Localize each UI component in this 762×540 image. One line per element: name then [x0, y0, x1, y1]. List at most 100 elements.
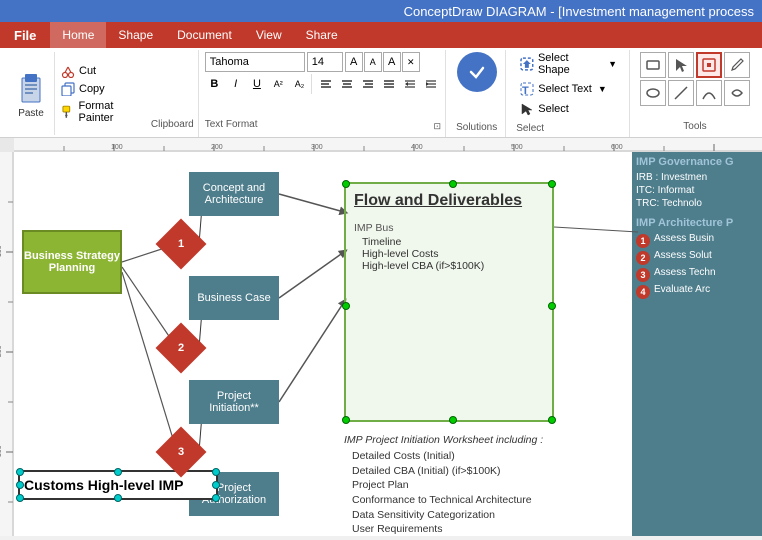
project-init-label: ProjectInitiation** [209, 390, 259, 414]
customs-sel-mr[interactable] [212, 481, 220, 489]
sel-handle-bc[interactable] [449, 416, 457, 424]
paste-icon [16, 68, 46, 106]
underline-button[interactable]: U [247, 74, 266, 94]
tool-ellipse-button[interactable] [640, 80, 666, 106]
imp-item-6: User Requirements [352, 522, 554, 536]
rp-trc: TRC: Technolo [636, 198, 758, 209]
sel-handle-mr[interactable] [548, 302, 556, 310]
bsp-box[interactable]: Business StrategyPlanning [22, 230, 122, 294]
sel-handle-bl[interactable] [342, 416, 350, 424]
font-size-a-button[interactable]: A [383, 52, 401, 72]
font-clear-button[interactable]: ✕ [402, 52, 420, 72]
process-box-project-init[interactable]: ProjectInitiation** [189, 380, 279, 424]
subscript-button[interactable]: A₂ [290, 74, 309, 94]
tool-rect-button[interactable] [640, 52, 666, 78]
select-text-dropdown[interactable]: ▼ [598, 84, 607, 94]
tool-extra-button[interactable] [724, 80, 750, 106]
tool-select-button[interactable] [696, 52, 722, 78]
superscript-button[interactable]: A² [269, 74, 288, 94]
process-box-business-case[interactable]: Business Case [189, 276, 279, 320]
diamond-3-label: 3 [178, 446, 184, 458]
font-size-increase-button[interactable]: A [345, 52, 363, 72]
format-painter-label: Format Painter [79, 100, 149, 124]
format-painter-button[interactable]: Format Painter [59, 99, 151, 125]
tools-label: Tools [683, 119, 706, 134]
tool-pointer-button[interactable] [668, 52, 694, 78]
diamond-1-label: 1 [178, 238, 184, 250]
customs-box[interactable]: Customs High-level IMP [18, 470, 218, 500]
align-justify-button[interactable] [379, 74, 399, 94]
indent-increase-button[interactable] [421, 74, 441, 94]
font-name-input[interactable] [205, 52, 305, 72]
right-panel: IMP Governance G IRB : Investmen ITC: In… [632, 152, 762, 536]
right-panel-title: IMP Governance G [636, 156, 758, 168]
canvas-area[interactable]: 100 200 300 400 500 600 100 200 300 [0, 138, 762, 536]
format-row: B I U A² A₂ [205, 74, 441, 94]
flow-deliverables-box[interactable]: Flow and Deliverables IMP Bus Timeline H… [344, 182, 554, 422]
align-center-button[interactable] [337, 74, 357, 94]
paste-button[interactable]: Paste [8, 52, 55, 135]
arch-item-1: 1 Assess Busin [636, 233, 758, 248]
font-size-input[interactable] [307, 52, 343, 72]
text-format-expander[interactable]: ⊡ [434, 121, 442, 132]
ruler-horizontal: 100 200 300 400 500 600 [14, 138, 762, 152]
customs-sel-ml[interactable] [16, 481, 24, 489]
indent-decrease-button[interactable] [400, 74, 420, 94]
customs-sel-br[interactable] [212, 494, 220, 502]
diagram-canvas[interactable]: Business StrategyPlanning Concept andArc… [14, 152, 762, 536]
ruler-v-marks: 100 200 300 [0, 152, 14, 536]
tool-line-button[interactable] [668, 80, 694, 106]
share-menu[interactable]: Share [294, 22, 350, 48]
shape-menu[interactable]: Shape [106, 22, 165, 48]
sel-handle-tl[interactable] [342, 180, 350, 188]
tool-curve-button[interactable] [696, 80, 722, 106]
svg-text:300: 300 [311, 144, 323, 151]
align-left-button[interactable] [316, 74, 336, 94]
clipboard-label: Clipboard [151, 117, 194, 132]
sel-handle-br[interactable] [548, 416, 556, 424]
home-menu[interactable]: Home [50, 22, 106, 48]
select-shape-label: Select Shape [538, 52, 602, 76]
customs-sel-tc[interactable] [114, 468, 122, 476]
arch-badge-3: 3 [636, 268, 650, 282]
diamond-3[interactable]: 3 [163, 434, 199, 470]
customs-sel-tl[interactable] [16, 468, 24, 476]
view-menu[interactable]: View [244, 22, 294, 48]
cut-button[interactable]: Cut [59, 63, 151, 79]
select-shape-dropdown[interactable]: ▼ [608, 59, 617, 69]
concept-label: Concept andArchitecture [203, 182, 265, 206]
align-right-button[interactable] [358, 74, 378, 94]
customs-sel-tr[interactable] [212, 468, 220, 476]
text-format-section: A A A ✕ B I U A² A₂ [201, 50, 446, 137]
bold-button[interactable]: B [205, 74, 224, 94]
title-bar: ConceptDraw DIAGRAM - [Investment manage… [0, 0, 762, 22]
customs-sel-bl[interactable] [16, 494, 24, 502]
select-button[interactable]: Select [516, 100, 621, 118]
customs-sel-bc[interactable] [114, 494, 122, 502]
document-menu[interactable]: Document [165, 22, 244, 48]
file-menu[interactable]: File [0, 22, 50, 48]
select-text-button[interactable]: T Select Text ▼ [516, 80, 621, 98]
ruler-h-marks: 100 200 300 400 500 600 [14, 138, 762, 152]
svg-text:300: 300 [0, 445, 3, 457]
process-box-concept[interactable]: Concept andArchitecture [189, 172, 279, 216]
arch-label-2: Assess Solut [654, 250, 712, 261]
sel-handle-ml[interactable] [342, 302, 350, 310]
arch-badge-4: 4 [636, 285, 650, 299]
select-section-label: Select [516, 121, 544, 136]
select-shape-button[interactable]: Select Shape ▼ [516, 50, 621, 78]
rp-itc: ITC: Informat [636, 185, 758, 196]
svg-text:T: T [522, 85, 529, 96]
copy-button[interactable]: Copy [59, 81, 151, 97]
sel-handle-tr[interactable] [548, 180, 556, 188]
diamond-1[interactable]: 1 [163, 226, 199, 262]
italic-button[interactable]: I [226, 74, 245, 94]
menu-bar: File Home Shape Document View Share [0, 22, 762, 48]
svg-text:400: 400 [411, 144, 423, 151]
tool-pencil-button[interactable] [724, 52, 750, 78]
diamond-2[interactable]: 2 [163, 330, 199, 366]
font-size-decrease-button[interactable]: A [364, 52, 382, 72]
sel-handle-tc[interactable] [449, 180, 457, 188]
solutions-section[interactable]: Solutions [448, 50, 506, 137]
arch-badge-2: 2 [636, 251, 650, 265]
